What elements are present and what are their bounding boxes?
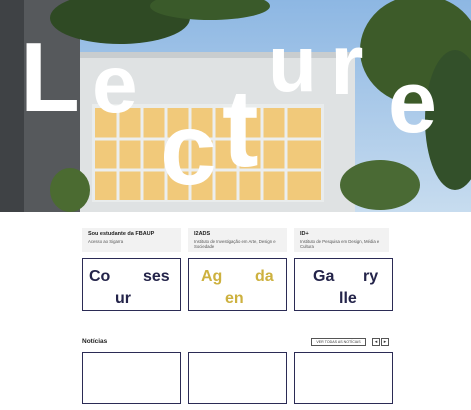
gallery-box[interactable]: Ga ry lle: [294, 258, 393, 311]
hero-letter-t: t: [222, 67, 259, 190]
news-next-button[interactable]: ▸: [381, 338, 389, 346]
news-prev-button[interactable]: ◂: [372, 338, 380, 346]
hero-banner: L e c t u r e: [0, 0, 471, 212]
news-card[interactable]: [188, 352, 287, 404]
info-card-student[interactable]: Sou estudante da FBAUP Acesso ao Sigarra: [82, 228, 181, 252]
news-card[interactable]: [82, 352, 181, 404]
hero-letter-u: u: [268, 19, 317, 108]
info-card-idplus[interactable]: ID+ Instituto de Pesquisa em Design, Méd…: [294, 228, 389, 252]
info-card-subtitle: Instituto de Investigação em Arte, Desig…: [194, 239, 276, 250]
info-card-i2ads[interactable]: I2ADS Instituto de Investigação em Arte,…: [188, 228, 287, 252]
info-card-title: ID+: [300, 231, 309, 237]
info-card-subtitle: Instituto de Pesquisa em Design, Média e…: [300, 239, 380, 250]
hero-letter-r: r: [330, 17, 364, 113]
agenda-text-3: en: [225, 290, 244, 307]
gallery-text-2: ry: [363, 268, 379, 285]
agenda-text-2: da: [255, 268, 274, 285]
gallery-text-1: Ga: [313, 268, 335, 285]
hero-letter-c: c: [160, 92, 217, 206]
hero-letter-l: L: [20, 22, 80, 132]
courses-text-3: ur: [115, 290, 131, 307]
agenda-box[interactable]: Ag da en: [188, 258, 287, 311]
agenda-text-1: Ag: [201, 268, 223, 285]
hero-letter-e1: e: [92, 39, 138, 130]
gallery-text-3: lle: [339, 290, 357, 307]
courses-text-2: ses: [143, 268, 170, 285]
info-card-title: Sou estudante da FBAUP: [88, 231, 155, 237]
news-heading: Notícias: [82, 338, 108, 345]
courses-box[interactable]: Co ses ur: [82, 258, 181, 311]
see-all-news-button[interactable]: VER TODAS AS NOTÍCIAS: [311, 338, 366, 346]
info-card-subtitle: Acesso ao Sigarra: [88, 239, 124, 244]
courses-text-1: Co: [89, 268, 111, 285]
hero-letter-e2: e: [388, 52, 437, 151]
news-card[interactable]: [294, 352, 393, 404]
info-card-title: I2ADS: [194, 231, 211, 237]
